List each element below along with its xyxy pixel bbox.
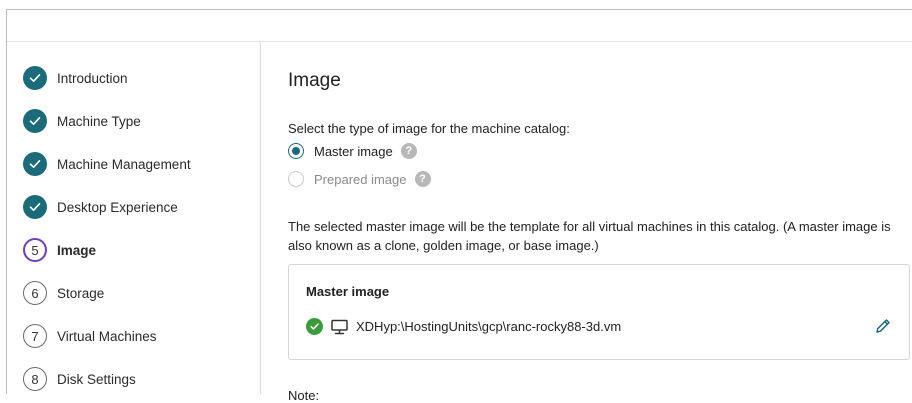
check-icon [23,152,47,176]
step-virtual-machines[interactable]: 7 Virtual Machines [23,324,157,348]
step-machine-type[interactable]: Machine Type [23,109,141,133]
step-number: 6 [23,281,47,305]
selected-image-row: XDHyp:\HostingUnits\gcp\ranc-rocky88-3d.… [306,318,621,335]
step-image[interactable]: 5 Image [23,238,96,262]
master-image-card: Master image XDHyp:\HostingUnits\gcp\ran… [288,264,910,360]
step-number: 8 [23,367,47,391]
step-label: Introduction [57,70,128,86]
step-label: Machine Type [57,113,141,129]
monitor-icon [331,319,348,335]
check-circle-icon [306,318,323,335]
master-image-path: XDHyp:\HostingUnits\gcp\ranc-rocky88-3d.… [356,319,622,334]
wizard-window: Introduction Machine Type Machine Manage… [6,9,912,403]
master-image-description: The selected master image will be the te… [288,219,891,253]
question-icon[interactable]: ? [414,171,431,187]
radio-label: Prepared image [314,171,407,187]
master-image-radio-option[interactable]: Master image ? [288,143,417,159]
radio-label: Master image [314,143,393,159]
step-number: 7 [23,324,47,348]
step-machine-management[interactable]: Machine Management [23,152,191,176]
wizard-steps-sidebar: Introduction Machine Type Machine Manage… [7,42,261,394]
question-icon[interactable]: ? [400,143,417,159]
step-label: Disk Settings [57,371,136,387]
prepared-image-radio[interactable] [288,171,304,187]
note-label: Note: [288,388,320,403]
step-disk-settings[interactable]: 8 Disk Settings [23,367,136,391]
step-label: Storage [57,285,105,301]
prepared-image-radio-option[interactable]: Prepared image ? [288,171,431,187]
step-number: 5 [23,238,47,262]
step-introduction[interactable]: Introduction [23,66,128,90]
step-desktop-experience[interactable]: Desktop Experience [23,195,178,219]
main-content: Image Select the type of image for the m… [288,42,912,403]
top-bar [7,10,912,42]
step-storage[interactable]: 6 Storage [23,281,104,305]
check-icon [23,195,47,219]
card-title: Master image [306,284,390,299]
master-image-radio[interactable] [288,143,304,159]
step-label: Machine Management [57,156,191,172]
image-type-prompt: Select the type of image for the machine… [288,121,570,136]
step-label: Image [57,242,97,258]
step-label: Desktop Experience [57,199,178,215]
page-title: Image [288,70,341,91]
step-label: Virtual Machines [57,328,157,344]
check-icon [23,66,47,90]
check-icon [23,109,47,133]
pencil-icon[interactable] [874,317,892,335]
